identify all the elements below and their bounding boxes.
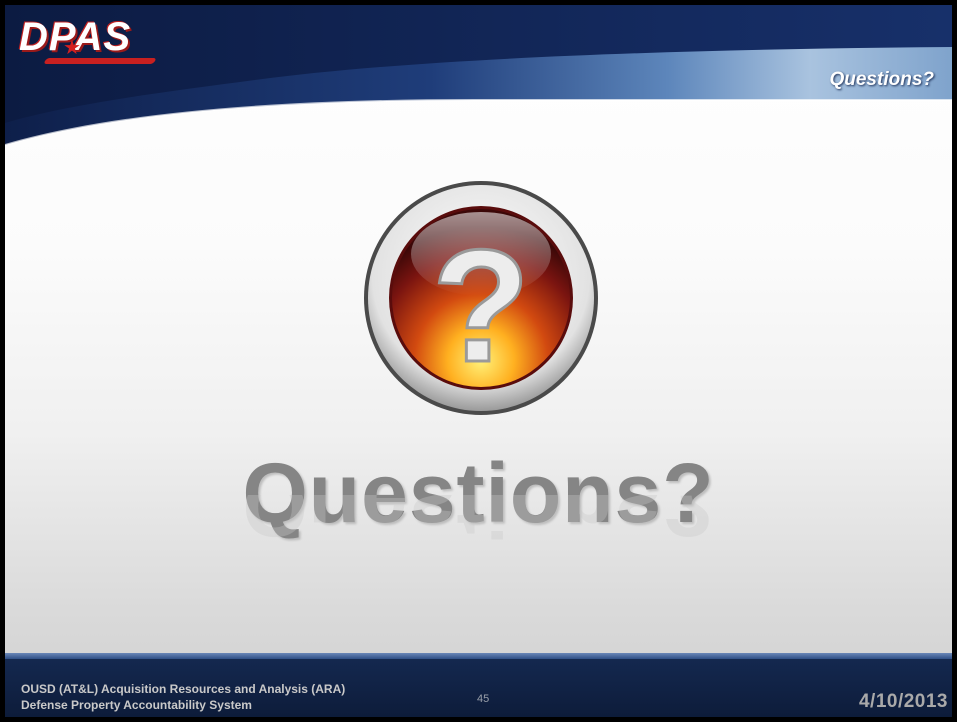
footer-org-line1: OUSD (AT&L) Acquisition Resources and An… (21, 682, 346, 696)
footer-org-line2: Defense Property Accountability System (21, 698, 252, 712)
svg-text:?: ? (432, 216, 530, 395)
slide-title: Questions? (829, 69, 934, 90)
logo-swoosh (43, 58, 157, 64)
page-number: 45 (477, 693, 490, 705)
header-swoosh (5, 5, 952, 145)
footer-organization: OUSD (AT&L) Acquisition Resources and An… (21, 681, 345, 713)
header-banner: DPAS ★ Questions? (5, 5, 952, 145)
slide: DPAS ★ Questions? ? Questions? Questions… (0, 0, 957, 722)
question-mark-icon: ? (362, 179, 600, 417)
footer-date: 4/10/2013 (858, 691, 948, 712)
footer-bar: OUSD (AT&L) Acquisition Resources and An… (5, 659, 952, 717)
star-icon: ★ (63, 37, 81, 59)
slide-frame: DPAS ★ Questions? ? Questions? Questions… (5, 5, 952, 717)
questions-heading-reflection: Questions? (242, 495, 715, 554)
